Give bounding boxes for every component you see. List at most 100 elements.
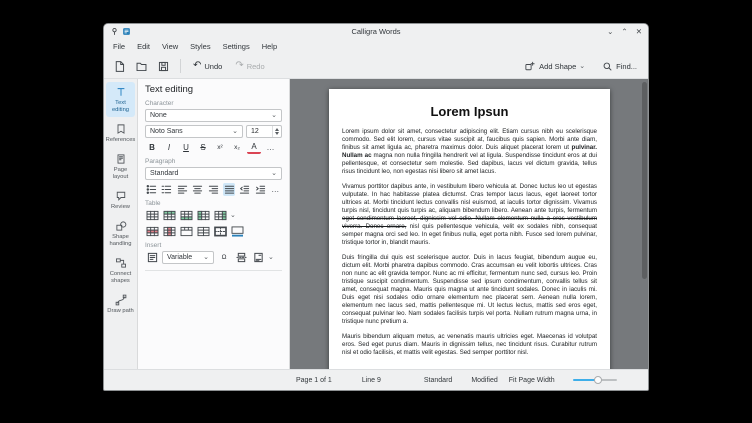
border-style-button[interactable] [213, 225, 227, 238]
menu-edit[interactable]: Edit [131, 40, 156, 53]
page-break-button[interactable] [234, 251, 248, 264]
align-right-button[interactable] [207, 183, 220, 196]
pin-icon[interactable] [110, 27, 119, 36]
find-button[interactable]: Find... [598, 59, 641, 74]
new-document-icon [115, 60, 125, 72]
italic-button[interactable]: I [162, 141, 176, 154]
character-style-dropdown[interactable]: None ⌄ [145, 109, 282, 122]
menu-styles[interactable]: Styles [184, 40, 216, 53]
insert-column-left-button[interactable] [196, 209, 210, 222]
dock-tab-text-editing[interactable]: Text editing [106, 82, 135, 117]
open-folder-icon [136, 62, 147, 71]
text-frame-icon [147, 252, 157, 263]
zoom-mode-button[interactable]: Fit Page Width [505, 375, 559, 386]
dock-tab-shape-handling[interactable]: Shape handling [106, 216, 135, 251]
maximize-button[interactable]: ⌃ [621, 28, 627, 36]
paragraph-1[interactable]: Lorem ipsum dolor sit amet, consectetur … [342, 128, 597, 176]
document-title[interactable]: Lorem Ipsun [342, 104, 597, 119]
paragraph-4[interactable]: Mauris bibendum aliquam metus, ac venena… [342, 333, 597, 357]
underline-button[interactable]: U [179, 141, 193, 154]
page-count-label: Page 1 of 1 [296, 376, 332, 384]
delete-row-button[interactable] [145, 225, 159, 238]
dock-tab-label: Draw path [107, 307, 134, 314]
border-color-icon [231, 226, 243, 237]
add-shape-label: Add Shape [539, 61, 577, 71]
font-family-dropdown[interactable]: Noto Sans ⌄ [145, 125, 243, 138]
subscript-button[interactable]: x₂ [230, 141, 244, 154]
dock-tab-references[interactable]: References [106, 119, 135, 147]
insert-row-above-button[interactable] [162, 209, 176, 222]
border-style-icon [213, 226, 227, 237]
split-cells-button[interactable] [196, 225, 210, 238]
footnote-button[interactable] [251, 251, 265, 264]
font-color-button[interactable]: A [247, 141, 261, 154]
border-color-button[interactable] [230, 225, 244, 238]
paragraph-style-dropdown[interactable]: Standard ⌄ [145, 167, 282, 180]
menu-file[interactable]: File [107, 40, 131, 53]
insert-row-below-icon [180, 210, 192, 221]
font-size-value: 12 [251, 128, 259, 135]
titlebar[interactable]: Calligra Words ⌄ ⌃ ✕ [104, 24, 648, 39]
document-canvas[interactable]: Lorem Ipsun Lorem ipsum dolor sit amet, … [290, 79, 648, 369]
dock-tab-label: References [105, 136, 136, 143]
dock-tab-draw-path[interactable]: Draw path [106, 290, 135, 318]
delete-column-button[interactable] [162, 225, 176, 238]
menu-help[interactable]: Help [256, 40, 283, 53]
close-button[interactable]: ✕ [636, 28, 642, 36]
spinbox-arrows[interactable] [272, 126, 281, 137]
dock-tab-label: Text editing [111, 100, 130, 113]
toolbar-right: Add Shape ⌄ Find... [520, 58, 641, 74]
spin-down-icon[interactable] [275, 132, 279, 135]
merge-cells-button[interactable] [179, 225, 193, 238]
zoom-slider[interactable] [572, 375, 617, 385]
decrease-indent-button[interactable] [238, 183, 251, 196]
insert-more-chevron-icon[interactable]: ⌄ [268, 254, 274, 261]
zoom-slider-thumb[interactable] [593, 376, 602, 384]
special-character-button[interactable]: Ω [217, 251, 231, 264]
chevron-down-icon: ⌄ [203, 254, 209, 261]
menu-settings[interactable]: Settings [217, 40, 256, 53]
align-justify-button[interactable] [222, 183, 236, 196]
minimize-button[interactable]: ⌄ [607, 28, 613, 36]
redo-button[interactable]: ↷ Redo [231, 59, 268, 73]
align-left-button[interactable] [176, 183, 189, 196]
paragraph-more-button[interactable]: … [270, 183, 283, 196]
new-document-button[interactable] [111, 58, 128, 75]
insert-table-button[interactable] [145, 209, 159, 222]
numbered-list-button[interactable] [161, 183, 174, 196]
dock-tab-page-layout[interactable]: Page layout [106, 149, 135, 184]
dock-tab-label: Shape handling [109, 233, 132, 247]
calligra-words-window: Calligra Words ⌄ ⌃ ✕ File Edit View Styl… [103, 23, 649, 391]
font-size-spinbox[interactable]: 12 [246, 125, 282, 138]
references-icon [117, 124, 124, 134]
dock-tab-connect-shapes[interactable]: Connect shapes [106, 253, 135, 288]
dock-tab-review[interactable]: Review [106, 186, 135, 214]
align-center-button[interactable] [192, 183, 205, 196]
increase-indent-button[interactable] [254, 183, 267, 196]
spin-up-icon[interactable] [275, 128, 279, 131]
strikethrough-button[interactable]: S [196, 141, 210, 154]
menu-view[interactable]: View [156, 40, 184, 53]
insert-text-frame-button[interactable] [145, 251, 159, 264]
undo-button[interactable]: ↶ Undo [189, 59, 226, 73]
insert-column-right-button[interactable] [213, 209, 227, 222]
table-section-label: Table [145, 200, 161, 207]
connect-shapes-icon [115, 258, 126, 268]
increase-indent-icon [255, 185, 265, 194]
superscript-button[interactable]: x² [213, 141, 227, 154]
vertical-scrollbar[interactable] [642, 82, 647, 280]
table-more-chevron-icon[interactable]: ⌄ [230, 212, 236, 219]
add-shape-button[interactable]: Add Shape ⌄ [520, 58, 589, 74]
bold-button[interactable]: B [145, 141, 159, 154]
insert-row-below-button[interactable] [179, 209, 193, 222]
insert-variable-dropdown[interactable]: Variable ⌄ [162, 251, 214, 264]
open-document-button[interactable] [133, 58, 150, 75]
paragraph-2[interactable]: Vivamus porttitor dapibus ante, in vesti… [342, 183, 597, 247]
bullet-list-button[interactable] [145, 183, 158, 196]
character-more-button[interactable]: … [264, 141, 278, 154]
save-document-button[interactable] [155, 58, 172, 75]
paragraph-3[interactable]: Duis fringilla dui quis est scelerisque … [342, 254, 597, 326]
document-page[interactable]: Lorem Ipsun Lorem ipsum dolor sit amet, … [329, 89, 610, 369]
delete-row-icon [146, 226, 158, 237]
page-break-icon [235, 252, 247, 263]
